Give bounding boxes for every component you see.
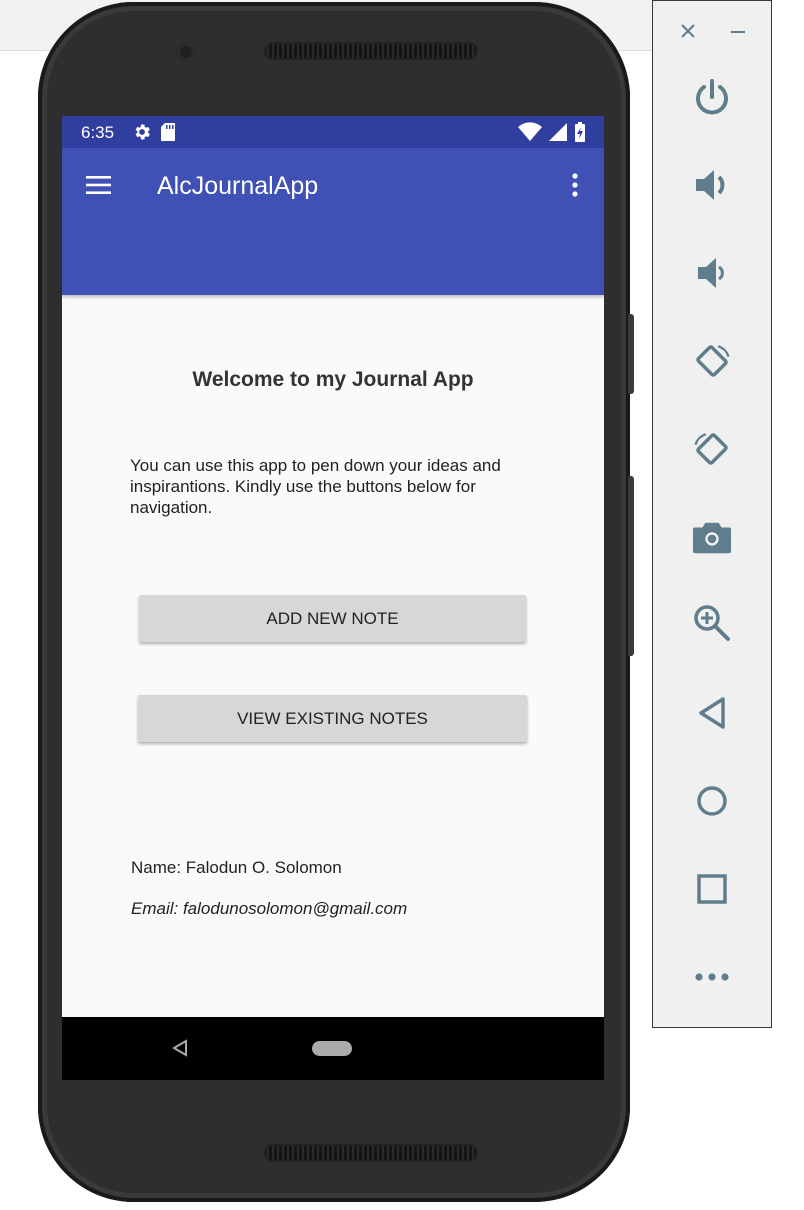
close-icon[interactable] [668, 11, 708, 51]
add-new-note-button[interactable]: ADD NEW NOTE [139, 595, 526, 642]
zoom-icon[interactable] [692, 603, 732, 643]
more-icon[interactable] [692, 957, 732, 997]
app-bar-extension [62, 221, 604, 295]
overview-icon[interactable] [692, 869, 732, 909]
app-title: AlcJournalApp [157, 172, 319, 200]
app-toolbar: AlcJournalApp [62, 148, 604, 221]
front-camera [176, 42, 196, 62]
hamburger-icon[interactable] [86, 175, 111, 195]
home-icon[interactable] [692, 781, 732, 821]
camera-icon[interactable] [692, 517, 732, 557]
status-time: 6:35 [81, 123, 115, 142]
sd-card-icon [161, 123, 175, 141]
app-description: You can use this app to pen down your id… [130, 456, 501, 517]
signal-icon [549, 123, 567, 141]
add-new-note-label: ADD NEW NOTE [266, 609, 399, 628]
author-email: Email: falodunosolomon@gmail.com [131, 899, 408, 918]
welcome-heading: Welcome to my Journal App [192, 368, 474, 391]
view-existing-notes-button[interactable]: VIEW EXISTING NOTES [138, 695, 527, 742]
status-bar: 6:35 [62, 116, 604, 148]
volume-side-button [628, 476, 634, 656]
view-existing-notes-label: VIEW EXISTING NOTES [237, 709, 428, 728]
battery-icon [575, 122, 585, 142]
back-icon[interactable] [692, 693, 732, 733]
power-icon[interactable] [692, 77, 732, 117]
nav-home-icon[interactable] [312, 1041, 352, 1056]
device-screen: 6:35 AlcJournalApp Welcome to my Journal… [62, 116, 604, 1080]
wifi-icon [518, 122, 542, 141]
rotate-right-icon[interactable] [692, 429, 732, 469]
rotate-left-icon[interactable] [692, 341, 732, 381]
top-speaker-grille [264, 42, 478, 60]
nav-back-icon[interactable] [172, 1039, 188, 1057]
minimize-icon[interactable] [718, 11, 758, 51]
overflow-menu-icon[interactable] [567, 172, 583, 198]
system-nav-bar [62, 1017, 604, 1080]
author-name: Name: Falodun O. Solomon [131, 858, 342, 877]
emulator-control-panel [652, 0, 772, 1028]
volume-up-icon[interactable] [692, 165, 732, 205]
volume-down-icon[interactable] [692, 253, 732, 293]
power-side-button [628, 314, 634, 394]
settings-icon [135, 124, 150, 140]
bottom-speaker-grille [264, 1144, 478, 1162]
